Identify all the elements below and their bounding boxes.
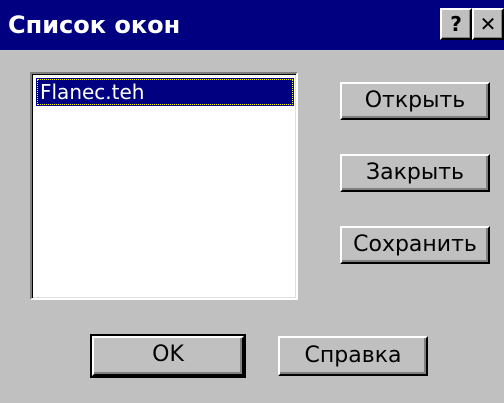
help-button[interactable]: Справка	[278, 336, 428, 376]
help-question-button[interactable]: ?	[440, 8, 472, 40]
window-listbox[interactable]: Flanec.teh	[30, 72, 298, 300]
list-item[interactable]: Flanec.teh	[36, 78, 294, 106]
ok-button[interactable]: OK	[90, 334, 246, 378]
close-window-button[interactable]: Закрыть	[340, 154, 490, 192]
title-bar[interactable]: Список окон ? ✕	[0, 0, 504, 50]
dialog-title: Список окон	[8, 11, 181, 39]
window-list-dialog: Список окон ? ✕ Flanec.teh Открыть Закры…	[0, 0, 504, 403]
close-button[interactable]: ✕	[472, 8, 504, 40]
save-button[interactable]: Сохранить	[340, 226, 490, 264]
open-button[interactable]: Открыть	[340, 82, 490, 120]
